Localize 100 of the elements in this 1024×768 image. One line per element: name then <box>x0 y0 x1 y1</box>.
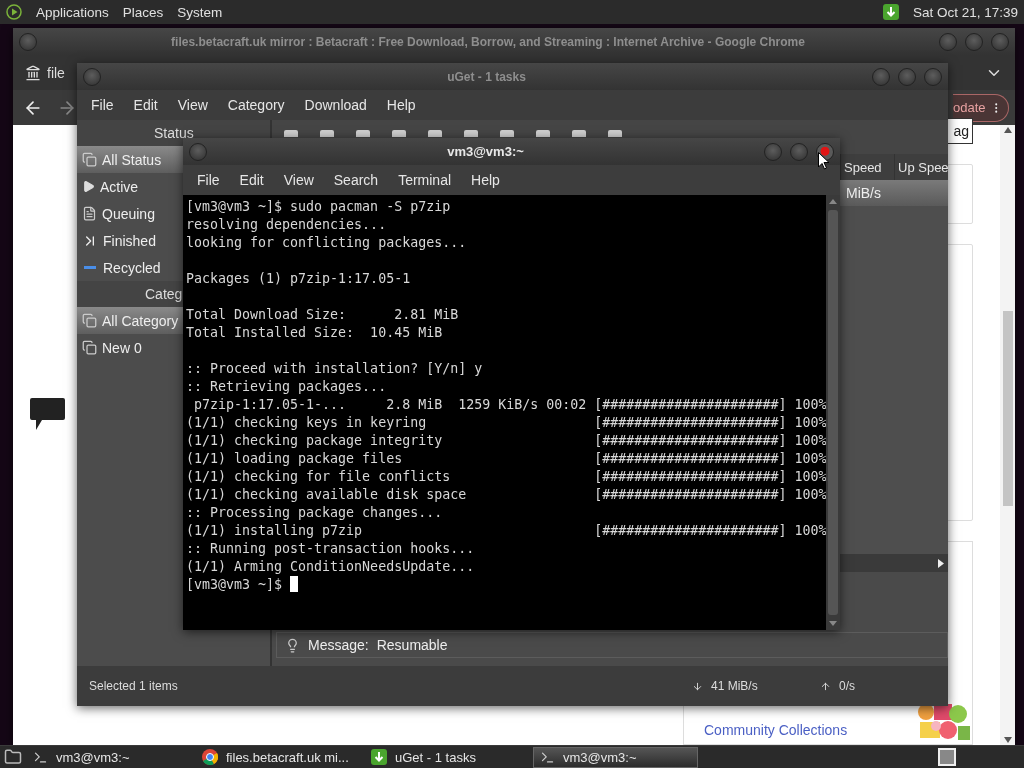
tag-button[interactable]: ag <box>948 118 973 144</box>
documents-icon <box>82 313 97 328</box>
sidebar-item[interactable]: Finished <box>77 227 183 254</box>
sidebar-item[interactable]: New 0 <box>77 334 183 361</box>
selection-status: Selected 1 items <box>89 679 178 693</box>
chrome-logo-icon <box>202 749 218 765</box>
download-tray-icon <box>882 4 899 20</box>
panel-menu[interactable]: Places <box>122 4 164 20</box>
sidebar-item[interactable]: Active <box>77 173 183 200</box>
toolbar-icon[interactable] <box>464 130 478 137</box>
show-desktop-icon[interactable] <box>938 748 956 766</box>
scroll-down-icon[interactable] <box>829 621 838 626</box>
menu-item[interactable]: Search <box>323 172 389 188</box>
minimize-button[interactable] <box>939 32 957 51</box>
toolbar-icon[interactable] <box>608 130 622 137</box>
toolbar-icon[interactable] <box>500 130 514 137</box>
lightbulb-icon <box>285 637 300 653</box>
download-app-icon <box>371 749 387 765</box>
folder-icon[interactable] <box>4 748 22 766</box>
documents-icon <box>82 152 97 167</box>
arrow-up-icon <box>820 680 831 692</box>
terminal-icon <box>540 749 555 765</box>
window-title: uGet - 1 tasks <box>446 69 527 84</box>
toolbar-icon[interactable] <box>572 130 586 137</box>
window-menu-button[interactable] <box>19 32 37 51</box>
window-title: files.betacraft.uk mirror : Betacraft : Free Download, Borrow, and Streaming : Internet Archive - Google Chrome <box>170 34 806 49</box>
terminal-line: (1/1) checking for file conflicts [######################] 100% <box>186 468 827 486</box>
minimize-button[interactable] <box>872 67 890 86</box>
terminal-line: :: Retrieving packages... <box>186 378 387 396</box>
taskbar-item[interactable]: vm3@vm3:~ <box>26 746 191 768</box>
section-header: Categ <box>145 286 183 302</box>
menu-item[interactable]: Help <box>461 172 510 188</box>
toolbar-icon[interactable] <box>428 130 442 137</box>
museum-icon <box>25 64 41 81</box>
scroll-up-icon[interactable] <box>1003 127 1012 133</box>
taskbar-item[interactable]: uGet - 1 tasks <box>364 746 529 768</box>
panel-menu[interactable]: Applications <box>36 4 109 20</box>
taskbar-item[interactable]: vm3@vm3:~ <box>533 746 698 768</box>
text-cursor <box>290 576 299 592</box>
sidebar-item[interactable]: Queuing <box>77 200 183 227</box>
terminal-line: :: Proceed with installation? [Y/n] y <box>186 360 483 378</box>
update-button[interactable]: odate <box>953 93 1009 122</box>
table-row[interactable]: MiB/s <box>840 180 948 206</box>
arrow-down-icon <box>692 680 703 692</box>
terminal-line: Packages (1) p7zip-1:17.05-1 <box>186 270 411 288</box>
menu-item[interactable]: File <box>81 97 124 113</box>
collections-link[interactable]: Community Collections <box>704 722 848 738</box>
window-menu-button[interactable] <box>189 142 207 161</box>
sidebar-item[interactable]: Recycled <box>77 254 183 281</box>
scroll-down-icon[interactable] <box>1003 737 1012 743</box>
message-label: Message: <box>308 637 369 653</box>
scrollbar-thumb[interactable] <box>828 210 839 615</box>
minimize-button[interactable] <box>764 142 782 161</box>
maximize-button[interactable] <box>790 142 808 161</box>
window-menu-button[interactable] <box>83 67 101 86</box>
terminal-line: (1/1) installing p7zip [######################] 100% <box>186 522 827 540</box>
terminal-icon <box>33 749 48 765</box>
menu-item[interactable]: Edit <box>229 172 274 188</box>
terminal-line: (1/1) checking available disk space [######################] 100% <box>186 486 827 504</box>
menu-item[interactable]: View <box>167 97 218 113</box>
scroll-right-icon[interactable] <box>938 558 944 568</box>
terminal-line: p7zip-1:17.05-1-... 2.8 MiB 1259 KiB/s 00:02 [######################] 100% <box>193 396 827 414</box>
scrollbar-thumb[interactable] <box>1002 311 1013 506</box>
documents-icon <box>82 340 97 355</box>
chat-bubble-icon <box>30 398 65 430</box>
window-title: vm3@vm3:~ <box>446 144 525 159</box>
scroll-up-icon[interactable] <box>829 199 838 204</box>
taskbar-item[interactable]: files.betacraft.uk mi... <box>195 746 360 768</box>
sidebar-item[interactable]: All Status <box>77 146 183 173</box>
dash-icon <box>84 266 96 269</box>
terminal-line: Total Download Size: 2.81 MiB <box>186 306 459 324</box>
browser-tab[interactable]: file <box>25 64 65 81</box>
menu-item[interactable]: File <box>187 172 230 188</box>
terminal-line: resolving dependencies... <box>186 216 387 234</box>
menu-item[interactable]: Edit <box>123 97 168 113</box>
menu-item[interactable]: Category <box>217 97 295 113</box>
toolbar-icon[interactable] <box>284 130 298 137</box>
horizontal-scrollbar[interactable] <box>840 554 948 572</box>
menu-item[interactable]: Help <box>376 97 426 113</box>
panel-menu[interactable]: System <box>177 4 223 20</box>
maximize-button[interactable] <box>965 32 983 51</box>
terminal-line: (1/1) checking package integrity [######################] 100% <box>186 432 827 450</box>
toolbar-icon[interactable] <box>320 130 334 137</box>
clock: Sat Oct 21, 17:39 <box>912 4 1018 20</box>
upload-speed: 0/s <box>839 679 855 693</box>
toolbar-icon[interactable] <box>392 130 406 137</box>
terminal-line: :: Processing package changes... <box>186 504 443 522</box>
toolbar-icon[interactable] <box>356 130 370 137</box>
sidebar-item[interactable]: All Category <box>77 307 183 334</box>
terminal-line: (1/1) loading package files [######################] 100% <box>186 450 827 468</box>
logo-icon <box>6 4 22 20</box>
menu-item[interactable]: View <box>273 172 324 188</box>
menu-item[interactable]: Terminal <box>388 172 462 188</box>
toolbar-icon[interactable] <box>536 130 550 137</box>
play-icon <box>82 180 95 193</box>
terminal-line: Total Installed Size: 10.45 MiB <box>186 324 443 342</box>
maximize-button[interactable] <box>898 67 916 86</box>
menu-item[interactable]: Download <box>294 97 377 113</box>
terminal-line: [vm3@vm3 ~]$ <box>186 576 284 594</box>
message-text: Resumable <box>376 637 448 653</box>
